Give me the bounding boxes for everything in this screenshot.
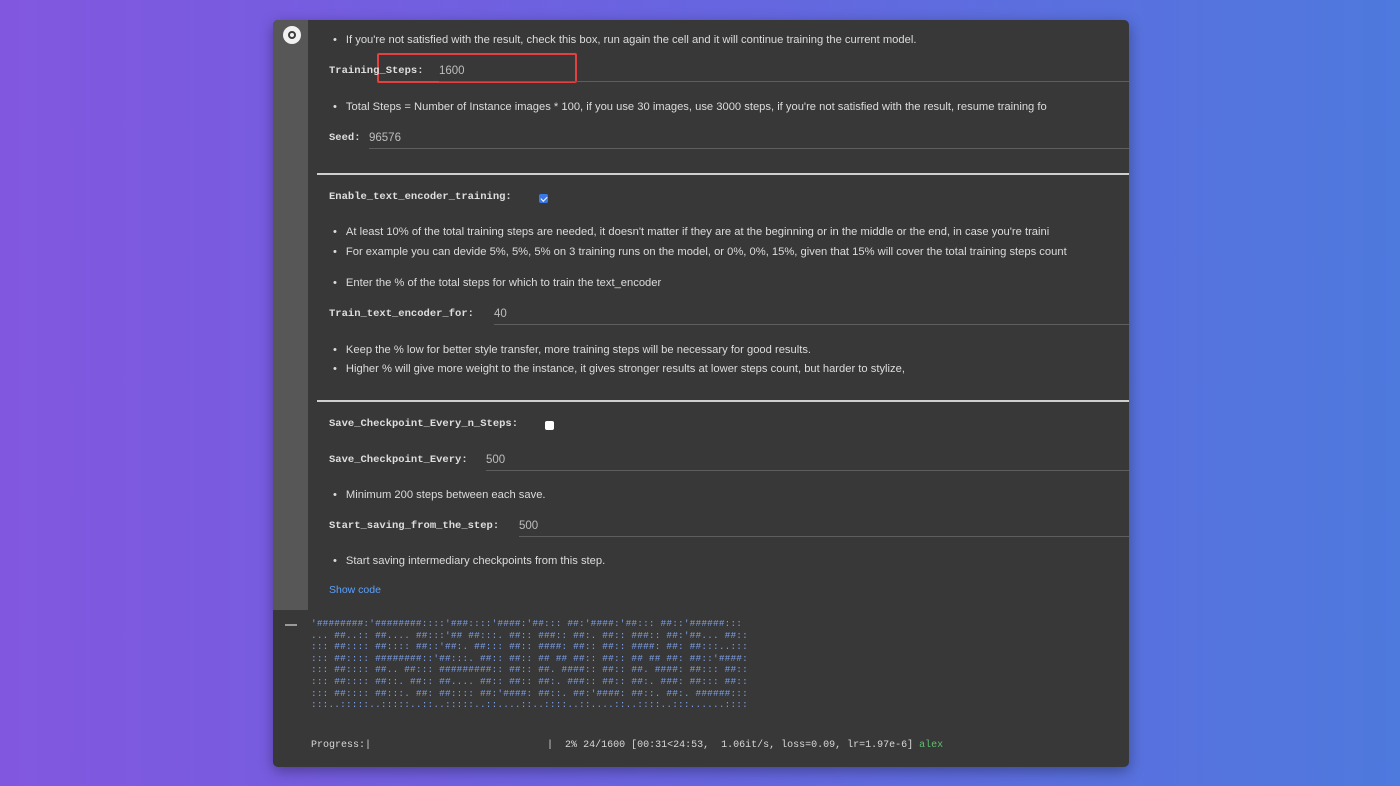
progress-line: Progress:| | 2% 24/1600 [00:31<24:53, 1.0… bbox=[311, 740, 943, 751]
training-ascii-banner: '########:'########::::'###::::'####:'##… bbox=[311, 618, 748, 711]
start-saving-label: Start_saving_from_the_step: bbox=[329, 520, 500, 532]
train-text-encoder-label: Train_text_encoder_for: bbox=[329, 308, 474, 320]
cell-form: If you're not satisfied with the result,… bbox=[317, 20, 1129, 610]
section-divider bbox=[317, 400, 1129, 402]
note-resume: If you're not satisfied with the result,… bbox=[333, 34, 917, 46]
note-style-1: Keep the % low for better style transfer… bbox=[333, 344, 811, 356]
progress-status: 24/1600 [00:31<24:53, 1.06it/s, loss=0.0… bbox=[583, 740, 914, 751]
progress-label: Progress:| bbox=[311, 740, 372, 751]
cell-gutter bbox=[273, 20, 308, 610]
run-cell-icon[interactable] bbox=[283, 26, 301, 44]
section-divider bbox=[317, 173, 1129, 175]
note-text-encoder-1: At least 10% of the total training steps… bbox=[333, 226, 1049, 238]
save-checkpoint-n-checkbox[interactable] bbox=[545, 421, 554, 430]
seed-input[interactable] bbox=[369, 129, 1129, 147]
seed-label: Seed: bbox=[329, 132, 361, 144]
training-steps-input[interactable] bbox=[439, 62, 1129, 80]
progress-bar-end: | bbox=[547, 740, 554, 751]
start-saving-input[interactable] bbox=[519, 517, 1129, 535]
seed-field bbox=[369, 128, 1129, 149]
output-collapse-icon[interactable] bbox=[285, 624, 297, 626]
note-total-steps: Total Steps = Number of Instance images … bbox=[333, 101, 1047, 113]
note-text-encoder-3: Enter the % of the total steps for which… bbox=[333, 277, 661, 289]
save-checkpoint-n-label: Save_Checkpoint_Every_n_Steps: bbox=[329, 418, 519, 430]
note-text-encoder-2: For example you can devide 5%, 5%, 5% on… bbox=[333, 246, 1067, 258]
progress-percent: 2% bbox=[565, 740, 578, 751]
training-steps-label: Training_Steps: bbox=[329, 65, 424, 77]
note-start-saving: Start saving intermediary checkpoints fr… bbox=[333, 555, 605, 567]
save-checkpoint-every-label: Save_Checkpoint_Every: bbox=[329, 454, 468, 466]
save-checkpoint-every-input[interactable] bbox=[486, 451, 1129, 469]
colab-cell-window: If you're not satisfied with the result,… bbox=[273, 20, 1129, 767]
enable-text-encoder-checkbox[interactable] bbox=[539, 194, 548, 203]
enable-text-encoder-label: Enable_text_encoder_training: bbox=[329, 191, 512, 203]
save-checkpoint-every-field bbox=[486, 450, 1129, 471]
progress-user: alex bbox=[919, 740, 944, 751]
train-text-encoder-input[interactable] bbox=[494, 305, 1129, 323]
show-code-link[interactable]: Show code bbox=[329, 584, 381, 596]
note-style-2: Higher % will give more weight to the in… bbox=[333, 363, 905, 375]
note-checkpoint-min: Minimum 200 steps between each save. bbox=[333, 489, 546, 501]
training-steps-field bbox=[439, 61, 1129, 82]
start-saving-field bbox=[519, 516, 1129, 537]
train-text-encoder-field bbox=[494, 304, 1129, 325]
